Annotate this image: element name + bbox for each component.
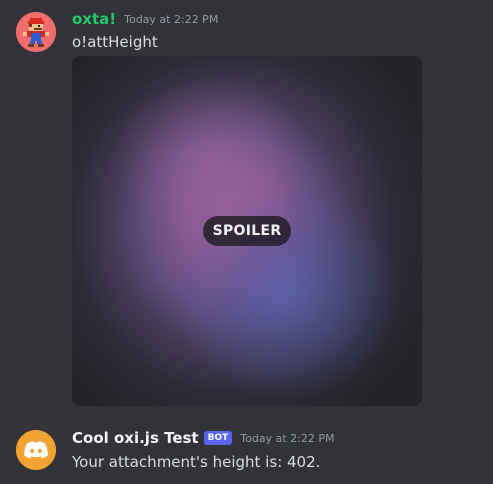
spoiler-label[interactable]: SPOILER	[203, 216, 291, 246]
message-header: Cool oxi.js Test BOT Today at 2:22 PM	[72, 428, 334, 448]
chat-messages: oxta! Today at 2:22 PM o!attHeight SPOIL…	[0, 0, 493, 484]
spoiler-image-attachment[interactable]: SPOILER	[72, 56, 422, 406]
pixel-mario-avatar-icon	[16, 12, 56, 52]
message-text: Your attachment's height is: 402.	[72, 453, 321, 471]
message-header: oxta! Today at 2:22 PM	[72, 9, 218, 29]
author-name[interactable]: oxta!	[72, 9, 116, 29]
message-timestamp: Today at 2:22 PM	[124, 13, 219, 26]
bot-badge: BOT	[203, 431, 233, 445]
user-avatar[interactable]	[16, 12, 56, 52]
author-name[interactable]: Cool oxi.js Test	[72, 428, 199, 448]
discord-logo-icon	[16, 430, 56, 470]
message-text: o!attHeight	[72, 33, 158, 51]
message-timestamp: Today at 2:22 PM	[240, 432, 335, 445]
bot-avatar[interactable]	[16, 430, 56, 470]
